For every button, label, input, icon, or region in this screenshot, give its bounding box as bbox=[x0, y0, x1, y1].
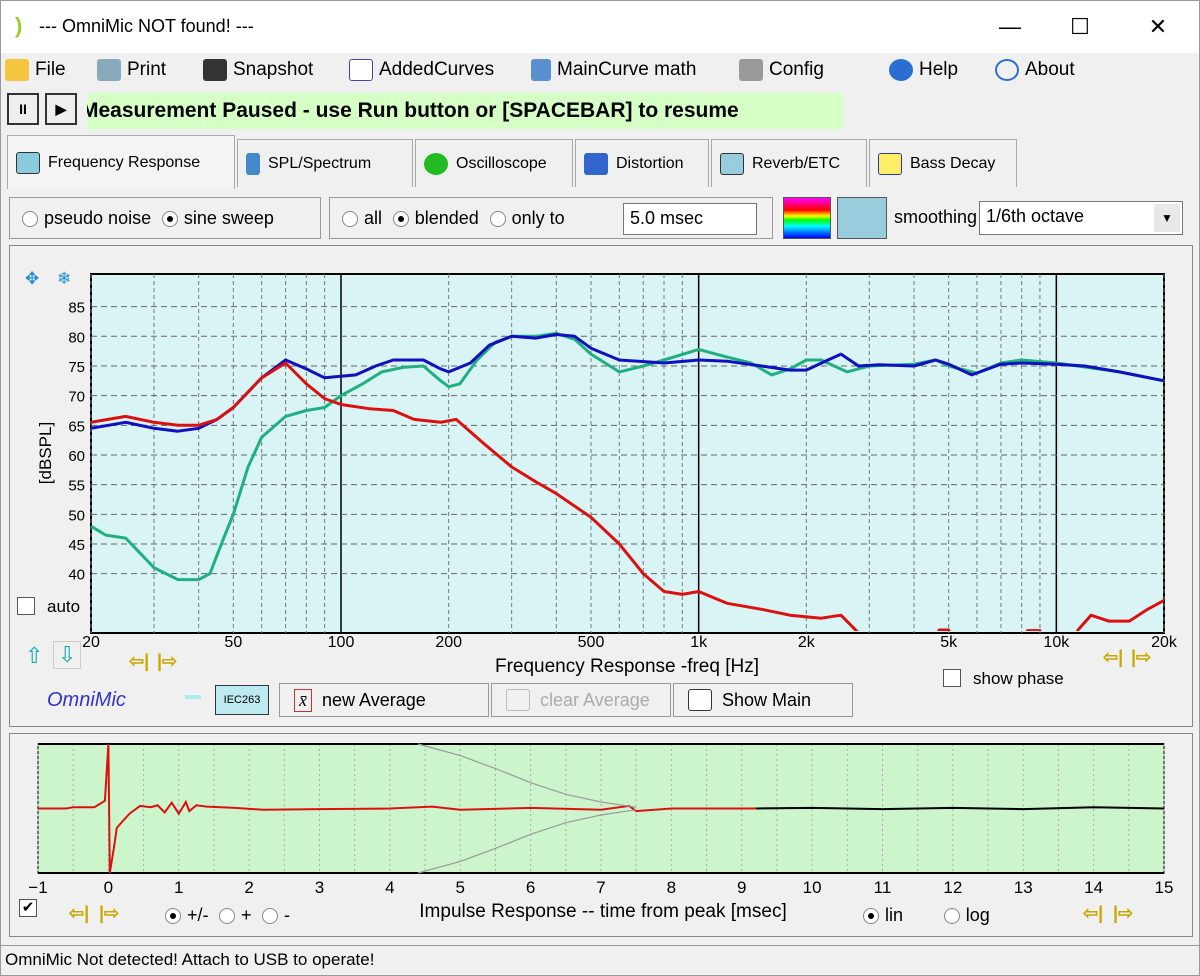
impulse-shift-left-icon[interactable]: ⇦| bbox=[69, 903, 89, 924]
radio-label: - bbox=[283, 905, 290, 925]
x-tick-label: 14 bbox=[1084, 878, 1103, 897]
radio-label: + bbox=[240, 905, 252, 925]
x-tick-label: 6 bbox=[526, 878, 535, 897]
x-tick-label: 10 bbox=[803, 878, 822, 897]
x-tick-label: 2 bbox=[244, 878, 253, 897]
x-tick-label: 3 bbox=[315, 878, 324, 897]
x-tick-label: 0 bbox=[104, 878, 113, 897]
lin-radio[interactable] bbox=[863, 907, 879, 924]
x-axis-label: Impulse Response -- time from peak [msec… bbox=[419, 901, 786, 922]
status-bar: OmniMic Not detected! Attach to USB to o… bbox=[1, 945, 1199, 976]
polarity-plus-radio[interactable] bbox=[218, 907, 235, 924]
x-tick-label: 1 bbox=[174, 878, 183, 897]
radio-label: +/- bbox=[187, 905, 209, 925]
x-tick-label: 5 bbox=[456, 878, 465, 897]
polarity-group: +/- + - bbox=[165, 905, 296, 926]
x-tick-label: 12 bbox=[943, 878, 962, 897]
impulse-shift-left-right-icon[interactable]: ⇦| bbox=[1083, 903, 1103, 924]
scale-group: lin log bbox=[863, 905, 996, 926]
x-tick-label: 7 bbox=[596, 878, 605, 897]
x-tick-label: 13 bbox=[1014, 878, 1033, 897]
log-radio[interactable] bbox=[943, 907, 960, 924]
polarity-minus-radio[interactable] bbox=[261, 907, 278, 924]
x-tick-label: 15 bbox=[1155, 878, 1174, 897]
x-tick-label: −1 bbox=[28, 878, 47, 897]
x-tick-label: 8 bbox=[667, 878, 676, 897]
polarity-both-radio[interactable] bbox=[165, 907, 181, 924]
radio-label: lin bbox=[885, 905, 904, 926]
radio-label: log bbox=[965, 905, 990, 926]
impulse-shift-right-right-icon[interactable]: |⇨ bbox=[1113, 903, 1133, 924]
x-tick-label: 4 bbox=[385, 878, 394, 897]
impulse-shift-right-icon[interactable]: |⇨ bbox=[99, 903, 119, 924]
x-tick-label: 9 bbox=[737, 878, 746, 897]
app-window: ) --- OmniMic NOT found! --- — ☐ ✕ File … bbox=[0, 0, 1200, 976]
impulse-response-chart: −1 0 1 2 3 4 5 6 7 8 9 10 11 12 13 14 15Impulse Response… bbox=[28, 743, 1174, 922]
impulse-checkbox[interactable]: ✔ bbox=[19, 899, 37, 917]
x-tick-label: 11 bbox=[874, 878, 892, 897]
